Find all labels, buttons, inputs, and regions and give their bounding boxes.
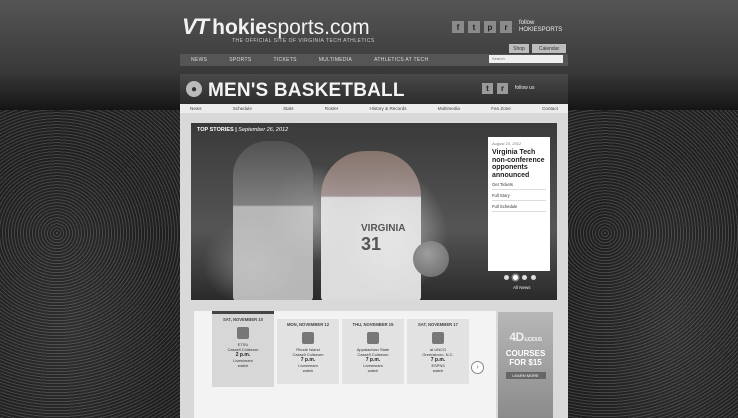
ad-banner[interactable]: 4D-LICIOUS COURSES FOR $15 LEARN MORE <box>498 312 553 418</box>
story-link-full-story[interactable]: Full Story <box>492 193 546 201</box>
sport-header: ● MEN'S BASKETBALL t r follow us <box>180 74 568 104</box>
site-tagline: THE OFFICIAL SITE OF VIRGINIA TECH ATHLE… <box>232 38 375 44</box>
nav-news[interactable]: NEWS <box>180 57 218 63</box>
carousel-dot[interactable] <box>504 275 509 280</box>
site-header: VT hokiesports.com THE OFFICIAL SITE OF V… <box>0 0 738 58</box>
twitter-icon[interactable]: t <box>468 21 480 33</box>
crowd-right <box>548 110 738 418</box>
game-card[interactable]: SAT, NOVEMBER 10 ETSU Cassell Coliseum 2… <box>212 311 274 387</box>
site-logo[interactable]: VT hokiesports.com <box>182 14 370 40</box>
game-card[interactable]: SAT, NOVEMBER 17 at UNCG Greensboro, N.C… <box>407 319 469 384</box>
logo-text-bold: hokie <box>212 16 267 39</box>
carousel-dot[interactable] <box>522 275 527 280</box>
nav-athletics[interactable]: ATHLETICS AT TECH <box>363 57 439 63</box>
subnav-multimedia[interactable]: Multimedia <box>438 106 460 111</box>
story-panel[interactable]: August 23, 2012 Virginia Tech non-confer… <box>488 137 550 271</box>
header-social: f t p r follow HOKIESPORTS <box>452 20 565 34</box>
story-date: August 23, 2012 <box>492 141 522 146</box>
subnav-contact[interactable]: Contact <box>542 106 558 111</box>
nav-sports[interactable]: SPORTS <box>218 57 262 63</box>
sport-social: t r follow us <box>482 83 539 94</box>
top-stories-carousel[interactable]: VIRGINIA 31 TOP STORIES | September 26, 2… <box>191 123 557 300</box>
rss-icon[interactable]: r <box>500 21 512 33</box>
subnav-history[interactable]: History & Records <box>370 106 407 111</box>
schedule-strip: SAT, NOVEMBER 10 ETSU Cassell Coliseum 2… <box>194 311 496 418</box>
pinterest-icon[interactable]: p <box>484 21 496 33</box>
nav-tickets[interactable]: TICKETS <box>262 57 307 63</box>
carousel-dots <box>504 275 536 280</box>
ad-title: 4D-LICIOUS <box>509 330 542 344</box>
rss-icon[interactable]: r <box>497 83 508 94</box>
game-card[interactable]: THU, NOVEMBER 15 Appalachian State Casse… <box>342 319 404 384</box>
basketball-image <box>413 241 449 277</box>
tab-shop[interactable]: Shop <box>509 44 529 53</box>
carousel-dot[interactable] <box>531 275 536 280</box>
nav-multimedia[interactable]: MULTIMEDIA <box>308 57 363 63</box>
sport-follow-text[interactable]: follow us <box>515 85 539 92</box>
subnav-news[interactable]: News <box>190 106 202 111</box>
header-follow-text[interactable]: follow HOKIESPORTS <box>519 20 565 34</box>
game-card[interactable]: MON, NOVEMBER 12 Rhode Island Cassell Co… <box>277 319 339 384</box>
story-link-schedule[interactable]: Full Schedule <box>492 204 546 212</box>
all-news-link[interactable]: All News <box>513 285 531 290</box>
twitter-icon[interactable]: t <box>482 83 493 94</box>
player-photo-left <box>233 141 313 300</box>
top-stories-date: September 26, 2012 <box>238 127 289 133</box>
opponent-logo-icon <box>302 332 314 344</box>
opponent-logo-icon <box>367 332 379 344</box>
tab-calendar[interactable]: Calendar <box>532 44 566 53</box>
sport-subnav: News Schedule Stats Roster History & Rec… <box>180 104 568 113</box>
story-link-tickets[interactable]: Get Tickets <box>492 182 546 190</box>
crowd-left <box>0 110 190 418</box>
carousel-dot-active[interactable] <box>513 275 518 280</box>
opponent-logo-icon <box>237 327 249 339</box>
ad-learn-more-button[interactable]: LEARN MORE <box>505 372 546 379</box>
subnav-fanzone[interactable]: Fan Zone <box>491 106 511 111</box>
sport-title: MEN'S BASKETBALL <box>208 80 405 101</box>
basketball-icon: ● <box>186 81 202 97</box>
content-page: ● MEN'S BASKETBALL t r follow us News Sc… <box>180 74 568 418</box>
search-input[interactable]: Search <box>489 55 563 63</box>
story-headline[interactable]: Virginia Tech non-conference opponents a… <box>492 149 546 179</box>
facebook-icon[interactable]: f <box>452 21 464 33</box>
vt-logo-mark: VT <box>182 14 209 39</box>
jersey-text: VIRGINIA 31 <box>361 223 406 254</box>
schedule-next-arrow-icon[interactable]: › <box>471 361 484 374</box>
opponent-logo-icon <box>432 332 444 344</box>
ad-text: COURSES FOR $15 <box>505 349 546 367</box>
subnav-roster[interactable]: Roster <box>325 106 339 111</box>
top-stories-label: TOP STORIES | September 26, 2012 <box>197 127 289 133</box>
subnav-schedule[interactable]: Schedule <box>233 106 252 111</box>
subnav-stats[interactable]: Stats <box>283 106 293 111</box>
logo-text-light: sports.com <box>266 16 370 39</box>
